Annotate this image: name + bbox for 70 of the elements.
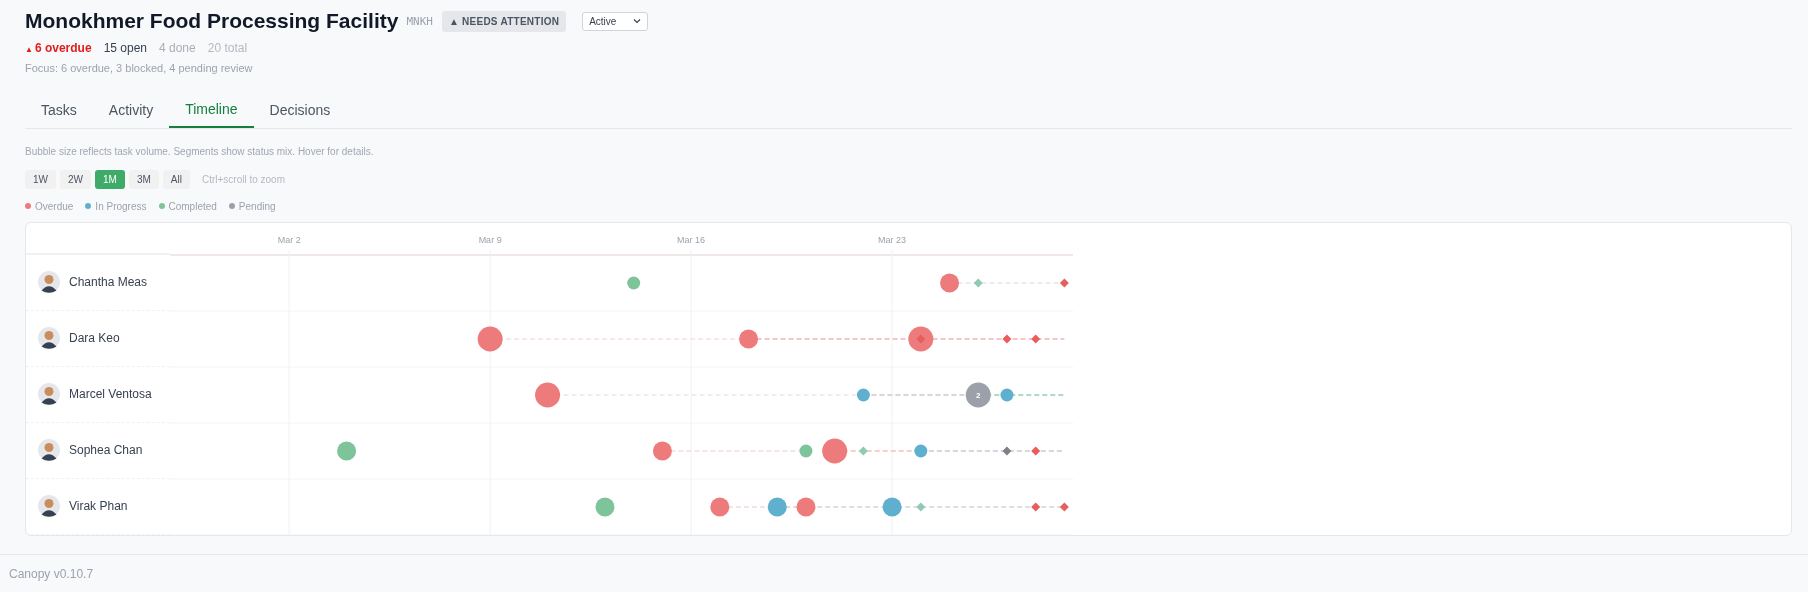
- bubble[interactable]: [914, 444, 928, 457]
- axis-tick-label: Mar 23: [878, 234, 907, 245]
- bubble[interactable]: [796, 497, 816, 516]
- axis-tick-label: Mar 2: [277, 234, 301, 245]
- tab[interactable]: Decisions: [253, 93, 347, 128]
- milestone-marker: [1031, 502, 1041, 511]
- bubble[interactable]: [535, 382, 561, 407]
- bubble[interactable]: [595, 497, 615, 516]
- bubble[interactable]: [1000, 388, 1014, 401]
- stat-text: ▲ 6 overdue: [25, 40, 92, 57]
- stat-text: 20 total: [207, 40, 248, 57]
- legend-label: Completed: [168, 199, 217, 214]
- person-name: Chantha Meas: [69, 274, 148, 291]
- bubble-count: 2: [976, 390, 981, 400]
- range-button[interactable]: 3M: [128, 169, 159, 189]
- version-text: Canopy v0.10.7: [9, 565, 94, 583]
- bubble[interactable]: [908, 326, 934, 351]
- hint-text: Bubble size reflects task volume. Segments show status mix. Hover for details.: [25, 144, 375, 159]
- focus-text: Focus: 6 overdue, 3 blocked, 4 pending review: [25, 61, 254, 76]
- tab[interactable]: Activity: [92, 93, 170, 128]
- facility-code: MNKH: [406, 14, 433, 31]
- bubble[interactable]: [710, 497, 730, 516]
- milestone-marker: [1031, 446, 1041, 455]
- bubble[interactable]: [799, 444, 813, 457]
- stat-text: 4 done: [159, 40, 196, 57]
- milestone-marker: [916, 334, 926, 343]
- zoom-hint: Ctrl+scroll to zoom: [201, 172, 285, 187]
- person-name: Virak Phan: [69, 498, 128, 515]
- milestone-marker: [916, 502, 926, 511]
- range-button[interactable]: 1W: [25, 169, 56, 189]
- person-name: Dara Keo: [69, 330, 120, 347]
- bubble[interactable]: [940, 273, 960, 292]
- legend-label: Pending: [238, 199, 276, 214]
- axis-tick-label: Mar 16: [677, 234, 706, 245]
- avatar-icon: [38, 383, 60, 405]
- milestone-marker: [858, 446, 868, 455]
- milestone-marker: [1031, 334, 1041, 343]
- axis-tick-label: Mar 9: [478, 234, 502, 245]
- stat-text: 15 open: [103, 40, 147, 57]
- milestone-marker: [1002, 446, 1012, 455]
- person-name: Sophea Chan: [69, 442, 143, 459]
- avatar-icon: [38, 271, 60, 293]
- range-button[interactable]: 2W: [60, 169, 91, 189]
- bubble[interactable]: [739, 329, 759, 348]
- legend-label: In Progress: [95, 199, 147, 214]
- person-name: Marcel Ventosa: [69, 386, 152, 403]
- tab[interactable]: Tasks: [25, 93, 93, 128]
- milestone-marker: [1059, 502, 1069, 511]
- bubble[interactable]: [822, 438, 848, 463]
- bubble[interactable]: [337, 441, 357, 460]
- page-title: Monokhmer Food Processing Facility: [25, 8, 399, 34]
- bubble[interactable]: [965, 382, 991, 407]
- status-badge: ▲ NEEDS ATTENTION: [441, 10, 567, 32]
- milestone-marker: [1059, 278, 1069, 287]
- bubble[interactable]: [477, 326, 503, 351]
- avatar-icon: [38, 327, 60, 349]
- avatar-icon: [38, 495, 60, 517]
- bubble[interactable]: [856, 388, 870, 401]
- tab[interactable]: Timeline: [169, 93, 254, 128]
- bubble[interactable]: [882, 497, 902, 516]
- avatar-icon: [38, 439, 60, 461]
- range-button[interactable]: All: [162, 169, 190, 189]
- bubble[interactable]: [767, 497, 787, 516]
- milestone-marker: [1002, 334, 1012, 343]
- bubble[interactable]: [627, 276, 641, 289]
- status-select[interactable]: Active: [582, 11, 649, 31]
- bubble[interactable]: [652, 441, 672, 460]
- chevron-down-icon: [633, 18, 642, 24]
- milestone-marker: [973, 278, 983, 287]
- legend-label: Overdue: [35, 199, 74, 214]
